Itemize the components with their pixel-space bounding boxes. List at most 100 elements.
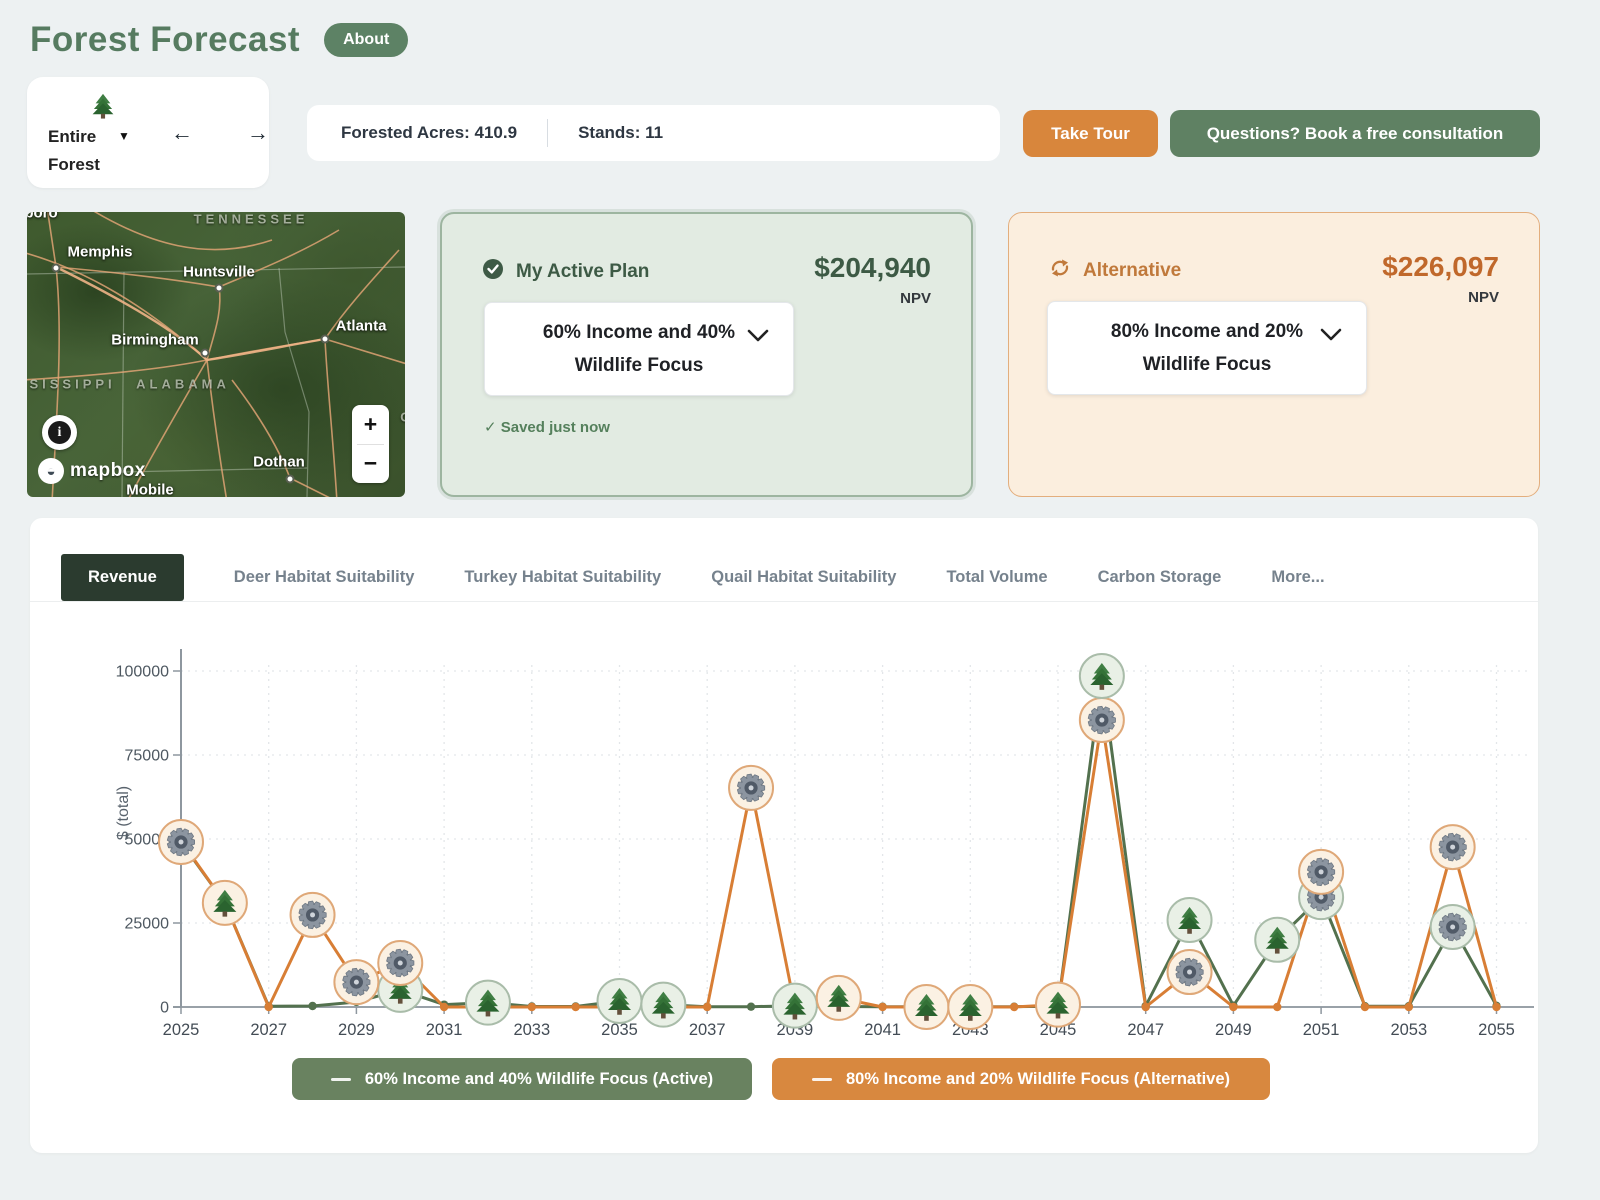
mapbox-wordmark: mapbox — [70, 460, 146, 481]
header: Forest Forecast About — [30, 20, 409, 60]
chart-card: Revenue Deer Habitat Suitability Turkey Ha… — [30, 518, 1538, 1153]
alternative-plan-npv: $226,097 NPV — [1382, 251, 1499, 306]
harvest-event-marker[interactable] — [377, 939, 424, 986]
map-state-label: ALABAMA — [136, 376, 230, 392]
info-icon: i — [48, 421, 71, 444]
chevron-down-icon — [1320, 328, 1342, 347]
planting-event-marker[interactable] — [1254, 916, 1301, 963]
svg-text:2041: 2041 — [864, 1021, 901, 1039]
page-title: Forest Forecast — [30, 20, 301, 59]
svg-text:0: 0 — [160, 1000, 169, 1017]
forest-selector-label: Entire Forest — [48, 127, 100, 174]
map-city-dot — [200, 348, 210, 358]
svg-text:$ (total): $ (total) — [115, 786, 132, 840]
harvest-event-marker[interactable] — [728, 764, 775, 811]
map-info-button[interactable]: i — [42, 415, 77, 450]
check-circle-icon — [482, 258, 504, 286]
mapbox-icon: ◒ — [38, 458, 64, 484]
harvest-event-marker[interactable] — [158, 819, 204, 866]
planting-event-marker[interactable] — [771, 982, 818, 1029]
planting-event-marker[interactable] — [201, 879, 248, 926]
map-city-dot — [285, 474, 295, 484]
npv-amount: $204,940 — [814, 252, 931, 283]
map-city-label: boro — [27, 212, 58, 222]
prev-stand-button[interactable]: ← — [165, 119, 199, 147]
active-plan-npv: $204,940 NPV — [814, 252, 931, 307]
planting-event-marker[interactable] — [596, 977, 643, 1024]
forest-forecast-app: Forest Forecast About Entire Forest ▼ ← … — [0, 0, 1600, 1200]
stats-bar: Forested Acres: 410.9 Stands: 11 — [307, 105, 1000, 161]
svg-text:2033: 2033 — [513, 1021, 550, 1039]
harvest-event-marker[interactable] — [1429, 904, 1476, 951]
map-city-label: Dothan — [253, 453, 305, 471]
svg-text:25000: 25000 — [125, 916, 170, 933]
svg-text:2049: 2049 — [1215, 1021, 1252, 1039]
map-city-dot — [214, 283, 224, 293]
alternative-plan-selected-option: 80% Income and 20% Wildlife Focus — [1110, 321, 1304, 375]
next-stand-button[interactable]: → — [241, 119, 275, 147]
map-zoom-control: + − — [352, 405, 389, 483]
npv-label: NPV — [1468, 289, 1499, 306]
take-tour-button[interactable]: Take Tour — [1023, 110, 1158, 157]
harvest-event-marker[interactable] — [1078, 697, 1125, 744]
active-plan-header: My Active Plan — [482, 258, 649, 286]
legend-alternative-series[interactable]: 80% Income and 20% Wildlife Focus (Alter… — [772, 1058, 1270, 1100]
map-city-dot — [51, 263, 61, 273]
planting-event-marker[interactable] — [464, 979, 511, 1026]
active-plan-card: My Active Plan $204,940 NPV 60% Income a… — [440, 212, 973, 497]
svg-text:2047: 2047 — [1127, 1021, 1164, 1039]
planting-event-marker[interactable] — [1166, 896, 1213, 943]
npv-amount: $226,097 — [1382, 251, 1499, 282]
chevron-down-icon — [747, 329, 769, 348]
alternative-plan-select[interactable]: 80% Income and 20% Wildlife Focus — [1047, 301, 1367, 395]
active-plan-select[interactable]: 60% Income and 40% Wildlife Focus — [484, 302, 794, 396]
harvest-event-marker[interactable] — [333, 959, 380, 1006]
alternative-plan-header: Alternative — [1049, 257, 1181, 285]
harvest-event-marker[interactable] — [1166, 949, 1213, 996]
svg-text:2037: 2037 — [689, 1021, 726, 1039]
planting-event-marker[interactable] — [640, 981, 687, 1028]
divider — [547, 119, 549, 147]
planting-event-marker[interactable] — [947, 984, 994, 1030]
forest-selector-dropdown[interactable]: Entire Forest ▼ — [48, 123, 168, 179]
alternative-plan-label: Alternative — [1083, 260, 1182, 281]
svg-text:2053: 2053 — [1390, 1021, 1427, 1039]
map[interactable]: TENNESSEE MISSISSIPPI ALABAMA GEORGIA boro Me… — [27, 212, 405, 497]
about-button[interactable]: About — [324, 23, 409, 57]
svg-text:2027: 2027 — [250, 1021, 287, 1039]
forest-selector-card: Entire Forest ▼ ← → — [27, 77, 269, 188]
line-dash-icon — [330, 1077, 351, 1081]
planting-event-marker[interactable] — [1078, 653, 1125, 700]
npv-label: NPV — [900, 290, 931, 307]
map-city-label: Huntsville — [183, 263, 255, 281]
zoom-out-button[interactable]: − — [352, 445, 389, 484]
map-city-label: Atlanta — [335, 317, 387, 335]
svg-text:2029: 2029 — [338, 1021, 375, 1039]
book-consultation-button[interactable]: Questions? Book a free consultation — [1170, 110, 1540, 157]
map-state-label: TENNESSEE — [193, 212, 309, 227]
map-state-label: GEORGIA — [400, 410, 405, 425]
zoom-in-button[interactable]: + — [352, 405, 389, 444]
map-city-dot — [320, 334, 330, 344]
planting-event-marker[interactable] — [815, 974, 862, 1021]
svg-text:75000: 75000 — [125, 748, 170, 765]
svg-text:100000: 100000 — [116, 664, 169, 681]
saved-status: ✓ Saved just now — [484, 419, 610, 436]
planting-event-marker[interactable] — [903, 984, 950, 1030]
forested-acres-stat: Forested Acres: 410.9 — [341, 123, 518, 142]
map-city-label: Birmingham — [111, 331, 199, 349]
harvest-event-marker[interactable] — [1298, 848, 1345, 895]
svg-text:2055: 2055 — [1478, 1021, 1515, 1039]
svg-text:2051: 2051 — [1303, 1021, 1340, 1039]
line-dash-icon — [811, 1077, 832, 1081]
legend-active-label: 60% Income and 40% Wildlife Focus (Activ… — [364, 1069, 714, 1088]
planting-event-marker[interactable] — [1035, 981, 1081, 1028]
svg-text:2025: 2025 — [163, 1021, 200, 1039]
legend-active-series[interactable]: 60% Income and 40% Wildlife Focus (Activ… — [292, 1058, 752, 1100]
alternative-plan-card: Alternative $226,097 NPV 80% Income and … — [1008, 212, 1540, 497]
active-plan-selected-option: 60% Income and 40% Wildlife Focus — [542, 322, 736, 376]
caret-down-icon[interactable]: ▼ — [118, 129, 130, 143]
harvest-event-marker[interactable] — [289, 891, 336, 938]
harvest-event-marker[interactable] — [1429, 824, 1476, 871]
stands-stat: Stands: 11 — [578, 123, 664, 142]
